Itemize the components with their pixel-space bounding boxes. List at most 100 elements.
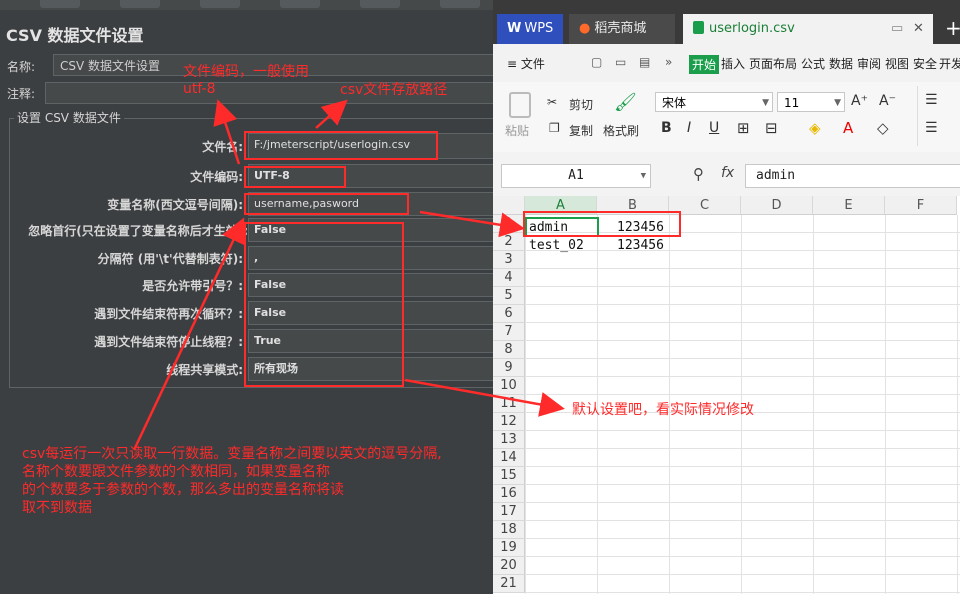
font-size-select[interactable]: 11 ▼ (777, 92, 845, 112)
row-header[interactable]: 5 (493, 287, 525, 305)
menu-page-layout[interactable]: 页面布局 (749, 55, 797, 72)
row-header[interactable]: 4 (493, 269, 525, 287)
menu-data[interactable]: 数据 (829, 55, 853, 72)
zoom-icon[interactable]: ⚲ (693, 165, 704, 183)
variable-names-label: 变量名称(西文逗号间隔): (107, 198, 243, 212)
menu-developer[interactable]: 开发 (939, 55, 960, 72)
decrease-font-icon[interactable]: A⁻ (879, 93, 896, 109)
data-highlight (523, 211, 681, 237)
cell-a2[interactable]: test_02 (529, 237, 584, 255)
tab-label: userlogin.csv (709, 21, 795, 36)
row-header[interactable]: 17 (493, 503, 525, 521)
more-icon[interactable]: » (665, 55, 672, 69)
open-icon[interactable]: ▭ (615, 55, 626, 69)
formula-bar: A1 ▼ ⚲ fx admin (493, 152, 960, 196)
bold-icon[interactable]: B (661, 120, 672, 136)
row-header[interactable]: 11 (493, 395, 525, 413)
explain-line: 的个数要多于参数的个数，那么多出的变量名称将读 (22, 482, 344, 498)
wps-ribbon: 粘贴 ✂ 剪切 ❐ 复制 🖌 格式刷 宋体 ▼ 11 ▼ A⁺ A⁻ B I U ⊞… (493, 82, 960, 153)
format-painter-button[interactable]: 格式刷 (603, 122, 639, 139)
row-header[interactable]: 1 (493, 215, 525, 233)
default-annotation: 默认设置吧，看实际情况修改 (572, 402, 754, 418)
row-header[interactable]: 14 (493, 449, 525, 467)
underline-icon[interactable]: U (709, 120, 719, 136)
tab-userlogin-csv[interactable]: userlogin.csv ▭ ✕ (683, 14, 933, 44)
paste-button[interactable]: 粘贴 (505, 122, 529, 139)
window-icon[interactable]: ▭ (891, 14, 903, 44)
row-header[interactable]: 2 (493, 233, 525, 251)
explain-annotation: csv每运行一次只读取一行数据。变量名称之间要以英文的逗号分隔, 名称个数要跟文… (22, 445, 442, 517)
explain-line: 取不到数据 (22, 500, 92, 516)
encoding-label: 文件编码: (190, 170, 243, 184)
copy-button[interactable]: 复制 (569, 122, 593, 139)
fx-icon[interactable]: fx (721, 165, 734, 181)
align-left-icon[interactable]: ☰ (925, 120, 938, 136)
italic-icon[interactable]: I (687, 120, 691, 136)
row-header[interactable]: 13 (493, 431, 525, 449)
toolbar-strip (0, 0, 493, 10)
paste-icon[interactable] (509, 92, 531, 118)
wps-logo-icon: W (507, 21, 522, 36)
menu-view[interactable]: 视图 (885, 55, 909, 72)
font-size-value: 11 (784, 96, 800, 110)
new-doc-icon[interactable]: ▢ (591, 55, 602, 69)
menu-review[interactable]: 审阅 (857, 55, 881, 72)
encoding-value-annotation: utf-8 (183, 81, 216, 97)
font-color-icon[interactable]: A (843, 119, 853, 137)
formula-input[interactable]: admin (745, 164, 960, 188)
row-header[interactable]: 21 (493, 575, 525, 593)
tab-wps[interactable]: W WPS (497, 14, 563, 44)
chevron-down-icon: ▼ (762, 98, 769, 108)
merge-icon[interactable]: ⊟ (765, 119, 778, 137)
row-header[interactable]: 7 (493, 323, 525, 341)
row-header[interactable]: 10 (493, 377, 525, 395)
tab-label: WPS (524, 21, 554, 36)
new-tab-icon[interactable]: + (945, 16, 960, 40)
save-icon[interactable]: ▤ (639, 55, 650, 69)
eraser-icon[interactable]: ◇ (877, 119, 889, 137)
row-header[interactable]: 20 (493, 557, 525, 575)
fill-color-icon[interactable]: ◈ (809, 119, 821, 137)
align-top-icon[interactable]: ☰ (925, 92, 938, 108)
font-family-value: 宋体 (662, 96, 687, 110)
column-header[interactable]: E (813, 196, 885, 215)
format-painter-icon[interactable]: 🖌 (614, 92, 637, 113)
border-icon[interactable]: ⊞ (737, 119, 750, 137)
row-header[interactable]: 3 (493, 251, 525, 269)
row-header[interactable]: 6 (493, 305, 525, 323)
menu-file[interactable]: ≡ 文件 (507, 55, 545, 72)
row-header[interactable]: 8 (493, 341, 525, 359)
jmeter-csv-panel: CSV 数据文件设置 名称: CSV 数据文件设置 注释: 设置 CSV 数据文… (0, 0, 500, 594)
cell-b2[interactable]: 123456 (617, 237, 664, 255)
menu-formula[interactable]: 公式 (801, 55, 825, 72)
cut-button[interactable]: 剪切 (569, 96, 593, 113)
tab-label: 稻壳商城 (594, 21, 647, 36)
wps-menu-bar: ≡ 文件 ▢ ▭ ▤ » 开始 插入 页面布局 公式 数据 审阅 视图 安全 开… (493, 44, 960, 83)
variable-names-highlight (244, 193, 409, 215)
sheet-icon (693, 21, 704, 34)
font-family-select[interactable]: 宋体 ▼ (655, 92, 773, 112)
increase-font-icon[interactable]: A⁺ (851, 93, 868, 109)
select-all-corner[interactable] (493, 196, 525, 215)
cell-reference-box[interactable]: A1 ▼ (501, 164, 651, 188)
menu-home[interactable]: 开始 (689, 55, 720, 74)
row-header[interactable]: 18 (493, 521, 525, 539)
row-header[interactable]: 16 (493, 485, 525, 503)
tab-store[interactable]: ● 稻壳商城 (569, 14, 675, 44)
wps-tab-bar: W WPS ● 稻壳商城 userlogin.csv ▭ ✕ + (493, 0, 960, 44)
row-header[interactable]: 19 (493, 539, 525, 557)
flame-icon: ● (579, 21, 591, 36)
stop-thread-on-eof-label: 遇到文件结束符停止线程？: (94, 335, 243, 349)
chevron-down-icon: ▼ (834, 98, 841, 108)
menu-insert[interactable]: 插入 (721, 55, 745, 72)
row-header[interactable]: 9 (493, 359, 525, 377)
close-icon[interactable]: ✕ (913, 14, 924, 44)
copy-icon[interactable]: ❐ (549, 121, 560, 135)
panel-title: CSV 数据文件设置 (6, 26, 144, 45)
row-header[interactable]: 12 (493, 413, 525, 431)
cut-icon[interactable]: ✂ (547, 95, 557, 109)
column-header[interactable]: F (885, 196, 957, 215)
row-header[interactable]: 15 (493, 467, 525, 485)
menu-security[interactable]: 安全 (913, 55, 937, 72)
column-header[interactable]: D (741, 196, 813, 215)
